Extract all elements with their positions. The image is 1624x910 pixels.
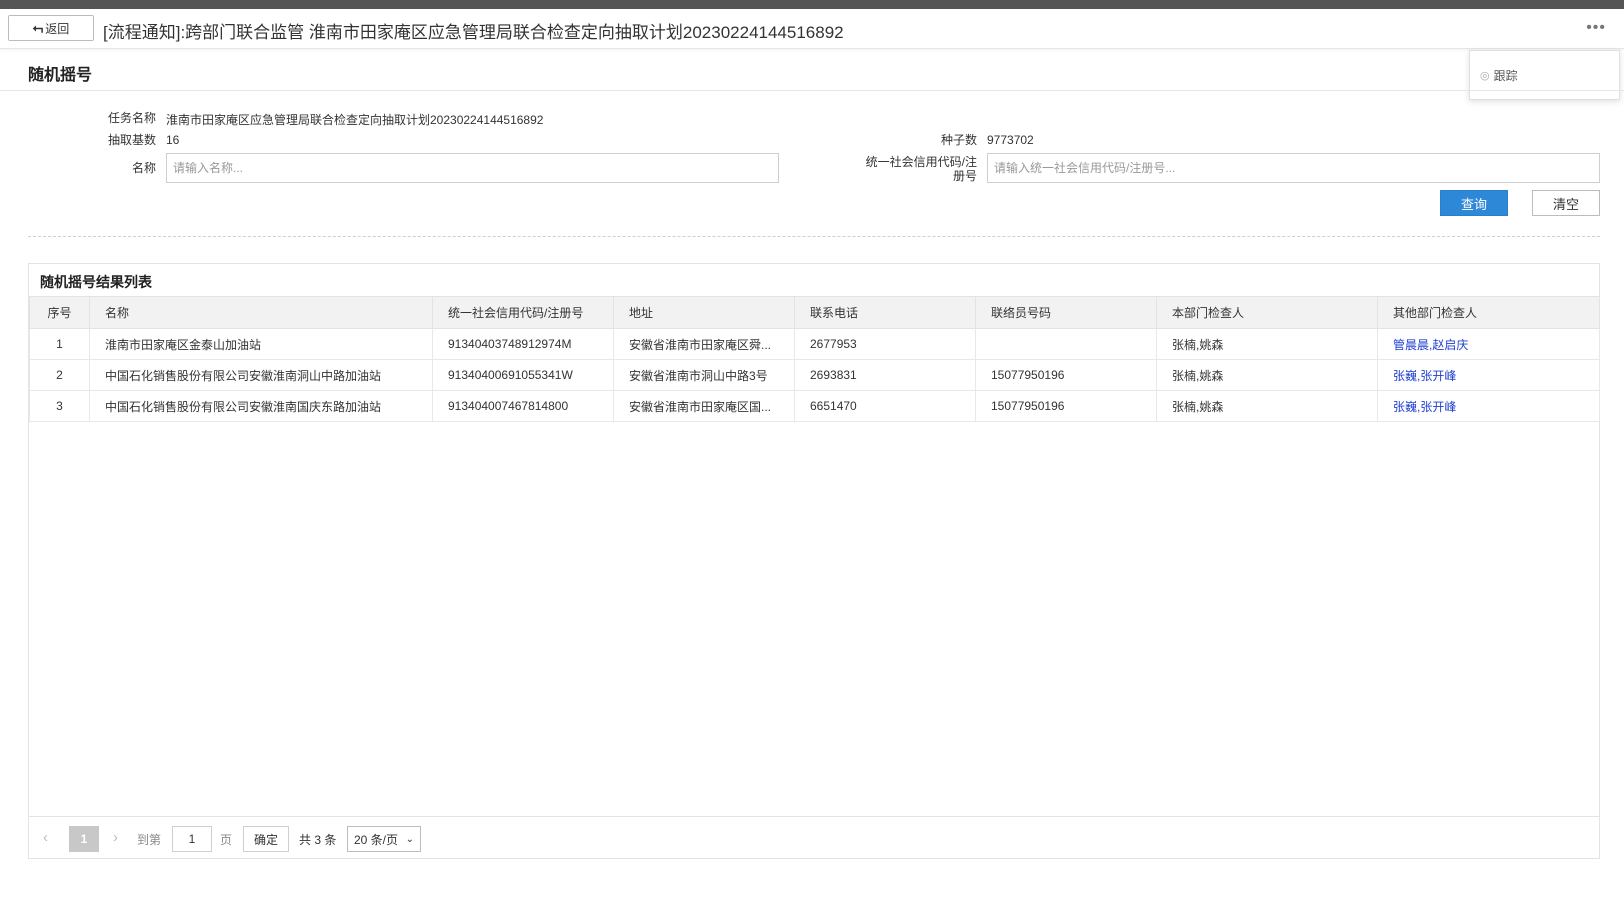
back-button[interactable]: ⮢ 返回	[8, 15, 94, 41]
other-inspectors-cell: 张巍,张开峰	[1377, 390, 1600, 422]
column-header[interactable]: 联络员号码	[975, 296, 1157, 329]
top-strip	[0, 0, 1624, 9]
page-title: [流程通知]:跨部门联合监管 淮南市田家庵区应急管理局联合检查定向抽取计划202…	[103, 23, 844, 42]
more-options-icon[interactable]: •••	[1586, 19, 1606, 37]
credit-code: 91340403748912974M	[432, 328, 614, 360]
results-panel: 随机摇号结果列表 序号 名称 统一社会信用代码/注册号 地址 联系电话 联络员号…	[28, 263, 1600, 859]
other-inspectors-link[interactable]: 张巍,张开峰	[1393, 369, 1456, 383]
address: 安徽省淮南市田家庵区国...	[613, 390, 795, 422]
phone: 2677953	[794, 328, 976, 360]
company-name: 中国石化销售股份有限公司安徽淮南洞山中路加油站	[89, 359, 433, 391]
liaison-phone	[975, 328, 1157, 360]
table-row[interactable]: 1 淮南市田家庵区金泰山加油站 91340403748912974M 安徽省淮南…	[29, 328, 1600, 360]
column-header[interactable]: 其他部门检查人	[1377, 296, 1600, 329]
prev-page-icon[interactable]: ‹	[43, 829, 48, 846]
name-label: 名称	[131, 161, 156, 175]
next-page-icon[interactable]: ›	[113, 829, 118, 846]
chevron-down-icon: ⌄	[405, 833, 414, 845]
query-button[interactable]: 查询	[1440, 190, 1508, 216]
section-title: 随机摇号	[28, 67, 93, 84]
row-index: 3	[29, 390, 90, 422]
other-inspectors-link[interactable]: 张巍,张开峰	[1393, 400, 1456, 414]
page-number-button[interactable]: 1	[69, 826, 99, 852]
credit-code-label: 统一社会信用代码/注册号	[865, 155, 977, 183]
goto-page-input[interactable]	[172, 826, 212, 852]
address: 安徽省淮南市田家庵区舜...	[613, 328, 795, 360]
table-row[interactable]: 2 中国石化销售股份有限公司安徽淮南洞山中路加油站 91340400691055…	[29, 359, 1600, 391]
back-button-label: 返回	[45, 21, 70, 36]
page-unit-label: 页	[220, 833, 233, 847]
liaison-phone: 15077950196	[975, 359, 1157, 391]
pagination: ‹ 1 › 到第 页 确定 共 3 条 20 条/页 ⌄	[29, 816, 1599, 859]
credit-code-input[interactable]	[987, 153, 1600, 183]
task-name-value: 淮南市田家庵区应急管理局联合检查定向抽取计划20230224144516892	[166, 113, 544, 127]
dept-inspectors: 张楠,姚森	[1156, 328, 1378, 360]
company-name: 淮南市田家庵区金泰山加油站	[89, 328, 433, 360]
column-header[interactable]: 序号	[29, 296, 90, 329]
name-input[interactable]	[166, 153, 779, 183]
phone: 2693831	[794, 359, 976, 391]
goto-confirm-button[interactable]: 确定	[243, 826, 289, 852]
clear-button[interactable]: 清空	[1532, 190, 1600, 216]
column-header[interactable]: 统一社会信用代码/注册号	[432, 296, 614, 329]
credit-code: 91340400691055341W	[432, 359, 614, 391]
task-name-label: 任务名称	[107, 111, 156, 125]
total-count: 共 3 条	[299, 833, 337, 847]
other-inspectors-cell: 管晨晨,赵启庆	[1377, 328, 1600, 360]
base-count-value: 16	[166, 133, 180, 147]
track-icon: ◎	[1480, 70, 1490, 82]
column-header[interactable]: 本部门检查人	[1156, 296, 1378, 329]
table-header-row: 序号 名称 统一社会信用代码/注册号 地址 联系电话 联络员号码 本部门检查人 …	[29, 296, 1600, 329]
column-header[interactable]: 联系电话	[794, 296, 976, 329]
address: 安徽省淮南市洞山中路3号	[613, 359, 795, 391]
liaison-phone: 15077950196	[975, 390, 1157, 422]
track-menu-label: 跟踪	[1493, 69, 1518, 83]
page-size-value: 20 条/页	[354, 832, 399, 847]
other-inspectors-link[interactable]: 管晨晨,赵启庆	[1393, 338, 1468, 352]
more-options-popover: ◎ 跟踪	[1469, 50, 1620, 100]
table-row[interactable]: 3 中国石化销售股份有限公司安徽淮南国庆东路加油站 91340400746781…	[29, 390, 1600, 422]
goto-label: 到第	[137, 833, 162, 847]
dept-inspectors: 张楠,姚森	[1156, 359, 1378, 391]
return-arrow-icon: ⮢	[32, 20, 44, 35]
seed-value: 9773702	[987, 133, 1034, 147]
column-header[interactable]: 地址	[613, 296, 795, 329]
results-title: 随机摇号结果列表	[40, 274, 152, 290]
phone: 6651470	[794, 390, 976, 422]
dept-inspectors: 张楠,姚森	[1156, 390, 1378, 422]
seed-label: 种子数	[940, 133, 977, 147]
page-size-select[interactable]: 20 条/页 ⌄	[347, 826, 421, 852]
column-header[interactable]: 名称	[89, 296, 433, 329]
row-index: 1	[29, 328, 90, 360]
results-table: 序号 名称 统一社会信用代码/注册号 地址 联系电话 联络员号码 本部门检查人 …	[29, 296, 1600, 422]
company-name: 中国石化销售股份有限公司安徽淮南国庆东路加油站	[89, 390, 433, 422]
section-divider	[0, 90, 1624, 91]
page-header: ⮢ 返回 [流程通知]:跨部门联合监管 淮南市田家庵区应急管理局联合检查定向抽取…	[0, 9, 1624, 49]
base-count-label: 抽取基数	[107, 133, 156, 147]
dashed-divider	[28, 236, 1600, 237]
row-index: 2	[29, 359, 90, 391]
track-menu-item[interactable]: ◎ 跟踪	[1480, 67, 1518, 84]
other-inspectors-cell: 张巍,张开峰	[1377, 359, 1600, 391]
credit-code: 913404007467814800	[432, 390, 614, 422]
